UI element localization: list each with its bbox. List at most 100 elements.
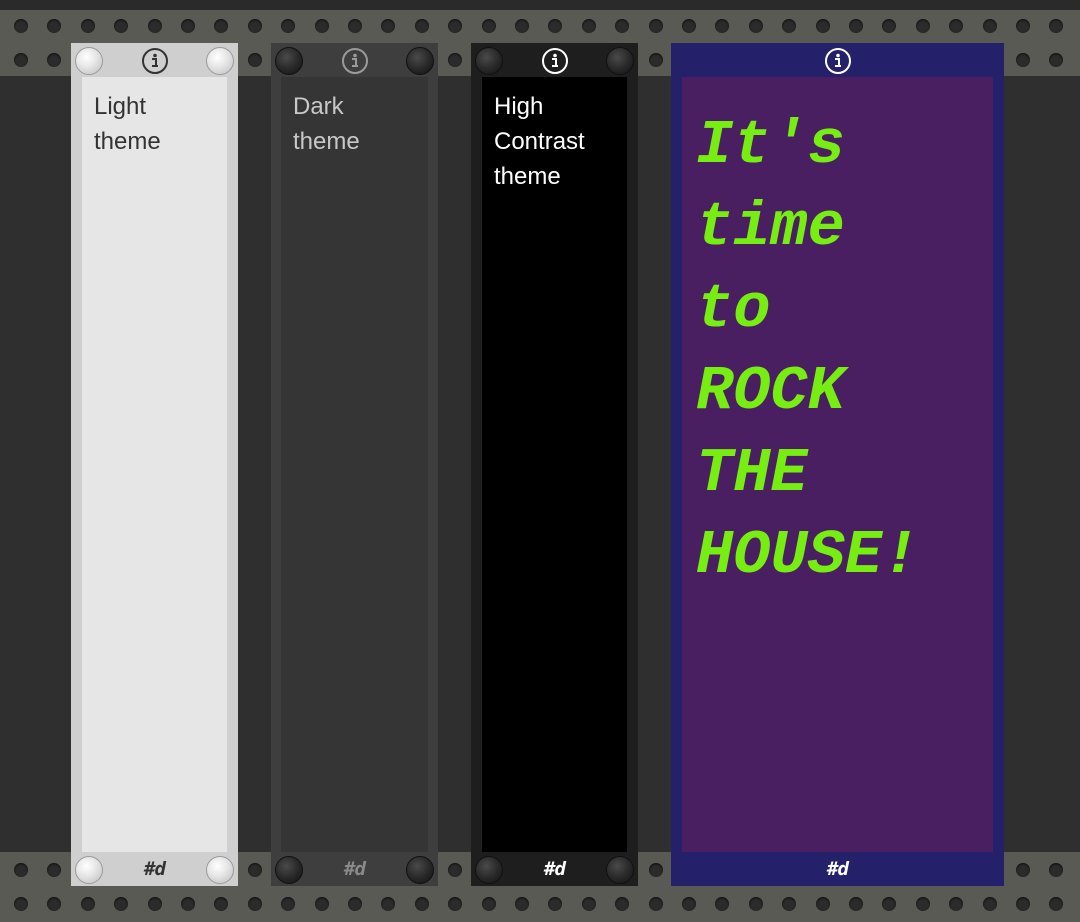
rail-hole	[515, 19, 529, 33]
rail-hole	[615, 897, 630, 911]
rail-hole	[481, 19, 496, 33]
rail-hole	[748, 19, 763, 33]
rail-hole	[1016, 19, 1030, 33]
label-line: Light	[94, 93, 147, 120]
module-panel: It's time to ROCK THE HOUSE!	[682, 77, 993, 852]
rail-hole	[47, 19, 62, 33]
rail-hole	[715, 897, 730, 911]
rail-hole	[14, 53, 28, 67]
label-line: theme	[293, 128, 360, 155]
label-line: HOUSE!	[696, 520, 920, 591]
label-line: theme	[94, 128, 161, 155]
rail-hole	[782, 19, 797, 33]
rail-hole	[1016, 897, 1030, 911]
rail-hole	[982, 19, 997, 33]
module-header	[471, 43, 638, 77]
module-dark-theme[interactable]: Dark theme #d	[271, 43, 438, 886]
screw-icon	[475, 47, 503, 75]
rail-hole	[548, 897, 563, 911]
rail-hole	[281, 19, 296, 33]
theme-label: High Contrast theme	[494, 89, 585, 194]
module-footer: #d	[471, 852, 638, 886]
rail-hole	[14, 863, 28, 877]
rail-hole	[648, 19, 663, 33]
rail-hole	[849, 897, 863, 911]
rail-hole	[615, 19, 630, 33]
module-panel: Dark theme	[281, 77, 428, 852]
theme-label: Dark theme	[293, 89, 360, 159]
rail-hole	[247, 897, 262, 911]
rail-hole	[414, 897, 429, 911]
rail-hole	[915, 19, 930, 33]
module-footer: #d	[671, 852, 1004, 886]
rail-hole	[314, 897, 329, 911]
module-footer: #d	[71, 852, 238, 886]
rail-hole	[247, 53, 262, 67]
rail-hole	[247, 19, 262, 33]
rail-hole	[548, 19, 563, 33]
rail-hole	[181, 19, 195, 33]
rail-hole-row-upper	[0, 15, 1080, 37]
rail-hole	[247, 863, 262, 877]
rail-hole	[648, 897, 663, 911]
label-line: Contrast	[494, 128, 585, 155]
screw-icon	[406, 856, 434, 884]
module-panel: High Contrast theme	[482, 77, 627, 852]
rail-hole	[849, 19, 863, 33]
screw-icon	[606, 47, 634, 75]
screw-icon	[206, 47, 234, 75]
screw-icon	[275, 47, 303, 75]
rail-hole	[80, 897, 95, 911]
screw-icon	[75, 47, 103, 75]
module-panel: Light theme	[82, 77, 227, 852]
rail-hole	[982, 897, 997, 911]
rail-hole	[782, 897, 797, 911]
label-line: Dark	[293, 93, 344, 120]
rail-hole	[715, 19, 730, 33]
module-header	[671, 43, 1004, 77]
rail-hole	[47, 897, 62, 911]
module-high-contrast-theme[interactable]: High Contrast theme #d	[471, 43, 638, 886]
info-icon[interactable]	[141, 47, 169, 75]
rail-hole	[581, 897, 596, 911]
rail-hole	[147, 19, 162, 33]
rail-hole	[915, 897, 930, 911]
brand-logo: #d	[827, 858, 849, 880]
label-line: THE	[696, 438, 808, 509]
rail-hole	[181, 897, 195, 911]
rail-hole-row-lower	[0, 893, 1080, 915]
screw-icon	[406, 47, 434, 75]
rail-hole	[47, 863, 62, 877]
label-line: It's	[696, 110, 845, 181]
label-line: to	[696, 274, 771, 345]
rail-hole	[348, 897, 362, 911]
module-header	[271, 43, 438, 77]
rail-hole	[14, 19, 28, 33]
rail-hole	[414, 19, 429, 33]
label-line: theme	[494, 163, 561, 190]
rail-hole	[381, 897, 396, 911]
rail-hole	[281, 897, 296, 911]
info-icon[interactable]	[541, 47, 569, 75]
rail-hole	[815, 19, 830, 33]
rail-hole	[448, 19, 463, 33]
rail-hole	[1049, 53, 1064, 67]
rail-hole	[515, 897, 529, 911]
rail-hole	[314, 19, 329, 33]
module-footer: #d	[271, 852, 438, 886]
rail-hole	[1016, 863, 1030, 877]
rail-hole	[381, 19, 396, 33]
module-header	[71, 43, 238, 77]
rail-hole	[481, 897, 496, 911]
info-icon[interactable]	[341, 47, 369, 75]
rail-hole	[114, 897, 129, 911]
rail-hole	[815, 897, 830, 911]
module-light-theme[interactable]: Light theme #d	[71, 43, 238, 886]
rail-hole	[1049, 897, 1064, 911]
module-custom-theme[interactable]: It's time to ROCK THE HOUSE! #d	[671, 43, 1004, 886]
rail-hole	[214, 19, 229, 33]
rail-hole	[949, 19, 964, 33]
info-icon[interactable]	[824, 47, 852, 75]
rail-hole	[348, 19, 362, 33]
rail-hole	[14, 897, 28, 911]
